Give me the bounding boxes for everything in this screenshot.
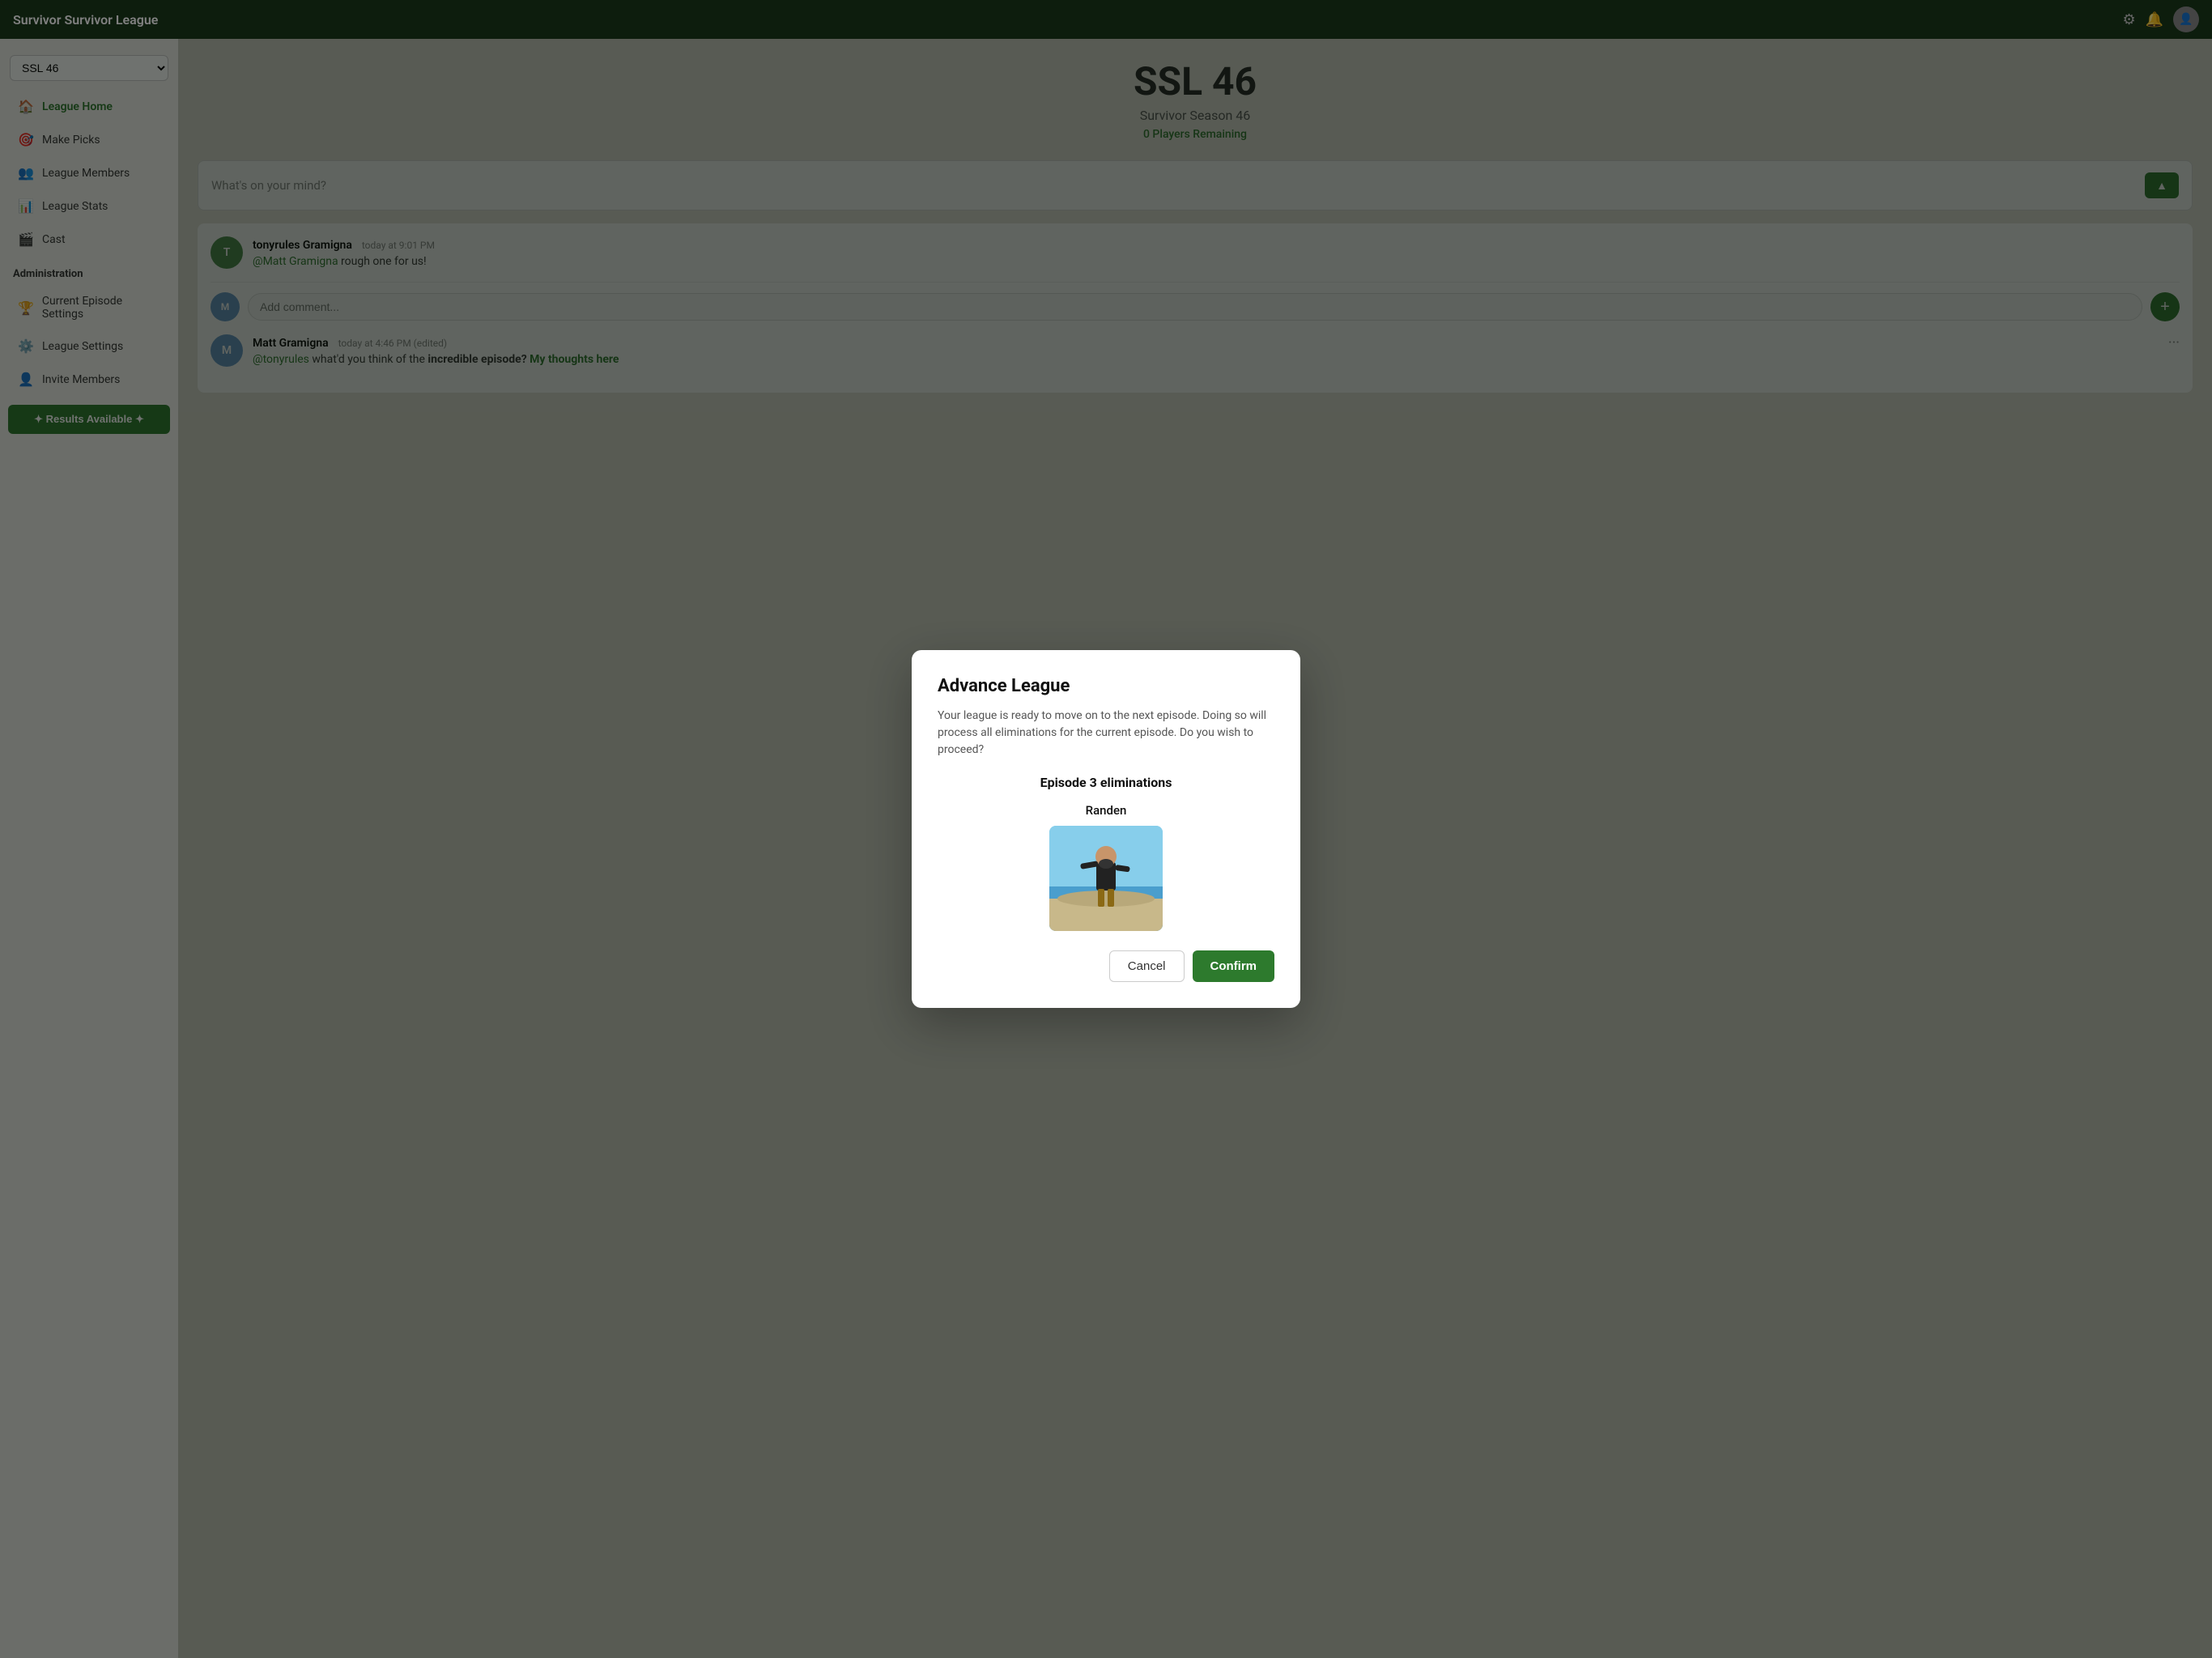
episode-title: Episode 3 eliminations xyxy=(938,775,1274,790)
cancel-button[interactable]: Cancel xyxy=(1109,950,1185,982)
player-svg xyxy=(1049,826,1163,931)
advance-league-modal: Advance League Your league is ready to m… xyxy=(912,650,1300,1008)
player-name: Randen xyxy=(1086,803,1127,818)
modal-overlay: Advance League Your league is ready to m… xyxy=(0,0,2212,1658)
confirm-button[interactable]: Confirm xyxy=(1193,950,1275,982)
modal-description: Your league is ready to move on to the n… xyxy=(938,708,1274,759)
modal-title: Advance League xyxy=(938,676,1274,696)
modal-actions: Cancel Confirm xyxy=(938,950,1274,982)
eliminated-player: Randen xyxy=(938,803,1274,931)
player-photo xyxy=(1049,826,1163,931)
